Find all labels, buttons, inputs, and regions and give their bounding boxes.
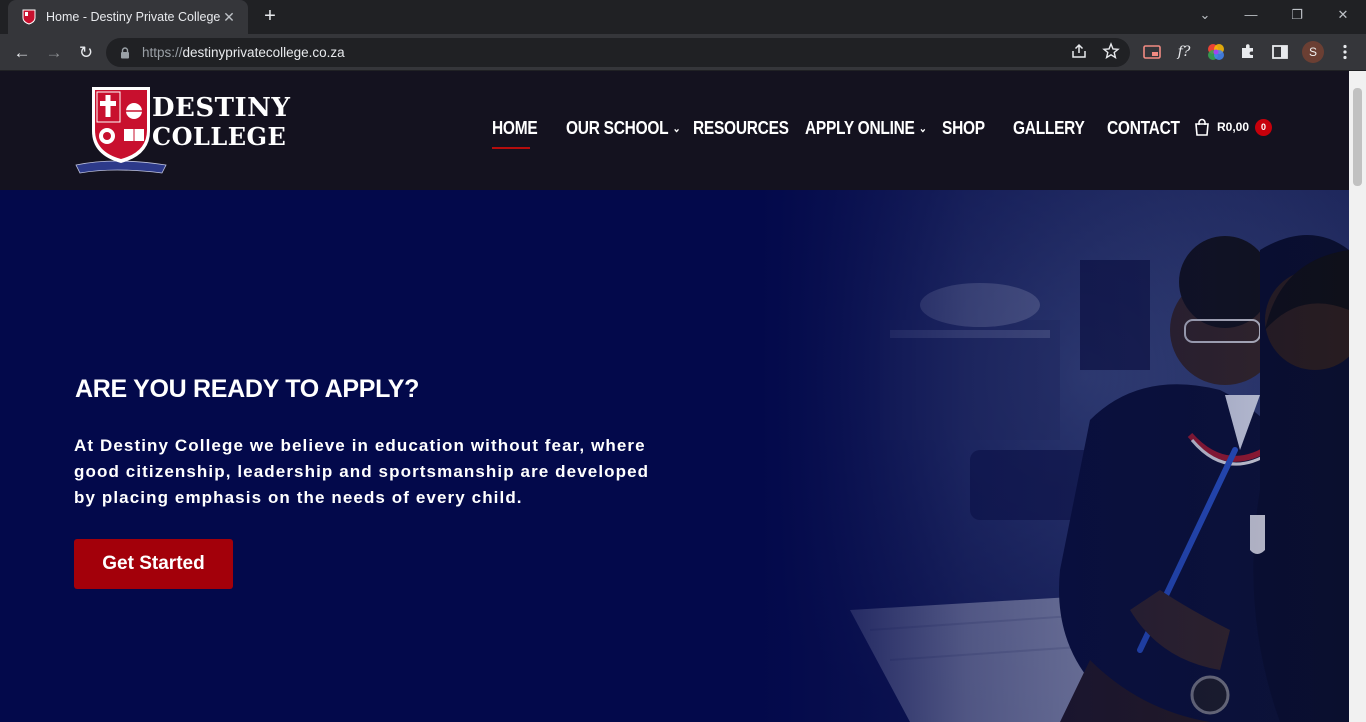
cast-extension-icon[interactable] [1142, 42, 1162, 62]
tab-close-icon[interactable]: ✕ [220, 9, 238, 26]
site-header: DESTINY COLLEGE HOME OUR SCHOOL ⌄ RESOURC… [0, 71, 1349, 190]
new-tab-button[interactable]: + [259, 5, 281, 27]
cart-amount: R0,00 [1217, 120, 1250, 134]
profile-avatar[interactable]: S [1302, 41, 1324, 63]
browser-tabstrip: Home - Destiny Private College ✕ + ⌄ — ❐… [0, 0, 1366, 34]
scrollbar-thumb[interactable] [1353, 88, 1362, 186]
nav-active-indicator [492, 147, 530, 149]
cart-count-badge: 0 [1255, 118, 1273, 136]
page-scrollbar[interactable] [1349, 71, 1366, 722]
nav-contact[interactable]: CONTACT [1107, 115, 1180, 141]
cart-widget[interactable]: R0,00 0 [1194, 118, 1273, 136]
chevron-down-icon: ⌄ [918, 123, 927, 135]
lock-icon [121, 46, 129, 58]
close-window-button[interactable]: ✕ [1328, 3, 1358, 27]
bookmark-star-icon[interactable] [1102, 42, 1120, 60]
back-button[interactable]: ← [9, 40, 35, 66]
browser-tab[interactable]: Home - Destiny Private College ✕ [8, 0, 248, 34]
tab-search-icon[interactable]: ⌄ [1190, 3, 1220, 27]
extensions-puzzle-icon[interactable] [1238, 42, 1258, 62]
hero-description: At Destiny College we believe in educati… [74, 436, 650, 507]
share-icon[interactable] [1070, 42, 1088, 60]
tab-title: Home - Destiny Private College [46, 10, 220, 24]
students-photo [760, 190, 1349, 722]
logo-text-destiny: DESTINY [152, 93, 291, 123]
nav-gallery-label: GALLERY [1013, 118, 1085, 138]
restore-button[interactable]: ❐ [1282, 3, 1312, 27]
nav-resources-label: RESOURCES [693, 118, 789, 138]
color-picker-extension-icon[interactable] [1206, 42, 1226, 62]
site-logo[interactable]: DESTINY COLLEGE [74, 83, 290, 177]
font-extension-icon[interactable]: f? [1174, 42, 1194, 62]
get-started-button[interactable]: Get Started [74, 539, 233, 589]
page-viewport: DESTINY COLLEGE HOME OUR SCHOOL ⌄ RESOURC… [0, 71, 1349, 722]
nav-apply-online-label: APPLY ONLINE [805, 118, 915, 138]
side-panel-icon[interactable] [1270, 42, 1290, 62]
forward-button[interactable]: → [41, 40, 67, 66]
nav-gallery[interactable]: GALLERY [1013, 115, 1085, 141]
nav-resources[interactable]: RESOURCES [693, 115, 789, 141]
nav-our-school[interactable]: OUR SCHOOL ⌄ [566, 115, 681, 141]
reload-button[interactable]: ↻ [73, 40, 99, 66]
address-bar[interactable]: https:// destinyprivatecollege.co.za [106, 38, 1130, 67]
nav-contact-label: CONTACT [1107, 118, 1180, 138]
url-scheme: https:// [142, 45, 183, 60]
nav-home-label: HOME [492, 118, 538, 138]
menu-kebab-icon[interactable] [1335, 42, 1355, 62]
logo-text-college: COLLEGE [152, 122, 287, 151]
shopping-bag-icon [1195, 118, 1209, 136]
nav-apply-online[interactable]: APPLY ONLINE ⌄ [805, 115, 927, 141]
minimize-button[interactable]: — [1236, 3, 1266, 27]
hero-section: ARE YOU READY TO APPLY? At Destiny Colle… [0, 190, 1349, 722]
url-host: destinyprivatecollege.co.za [182, 45, 345, 60]
school-crest-icon [22, 9, 36, 25]
nav-our-school-label: OUR SCHOOL [566, 118, 669, 138]
chevron-down-icon: ⌄ [672, 123, 681, 135]
nav-shop[interactable]: SHOP [942, 115, 985, 141]
hero-heading: ARE YOU READY TO APPLY? [75, 375, 420, 403]
nav-home[interactable]: HOME [492, 115, 538, 141]
nav-shop-label: SHOP [942, 118, 985, 138]
